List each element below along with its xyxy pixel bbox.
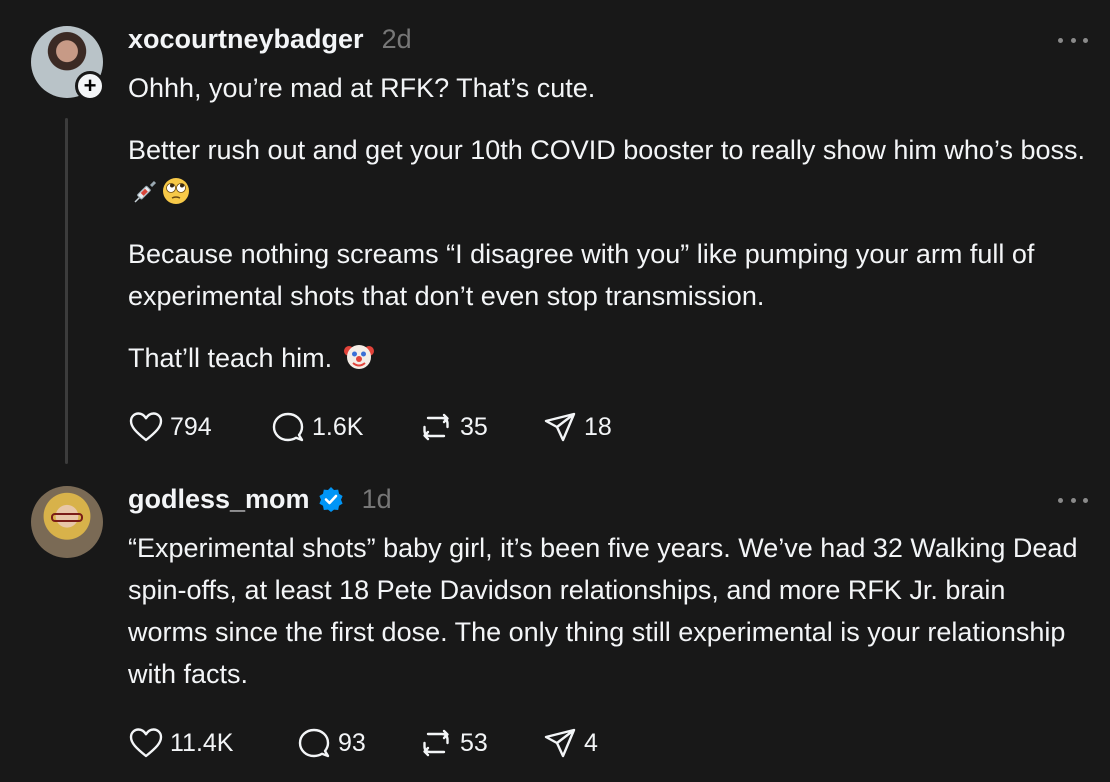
repost-button[interactable]: 53 [418,726,488,760]
username[interactable]: godless_mom [128,484,310,515]
post-paragraph: Because nothing screams “I disagree with… [128,239,1035,311]
eye-roll-face-icon [163,178,189,204]
post-paragraph: That’ll teach him. [128,343,333,373]
post-body: Ohhh, you’re mad at RFK? That’s cute. Be… [128,67,1088,399]
thread-post: godless_mom 1d “Experimental shots” baby… [0,470,1110,782]
repost-button[interactable]: 35 [418,410,488,444]
comment-icon [298,728,330,758]
comment-icon [272,412,304,442]
timestamp[interactable]: 2d [382,24,412,55]
post-body: “Experimental shots” baby girl, it’s bee… [128,527,1088,715]
like-button[interactable]: 794 [128,410,212,444]
thread-post: + xocourtneybadger 2d Ohhh, you’re mad a… [0,0,1110,470]
share-count: 18 [584,412,612,441]
reply-button[interactable]: 93 [296,726,366,760]
timestamp[interactable]: 1d [362,484,392,515]
send-icon [544,728,576,758]
verified-badge-icon [318,487,343,512]
follow-plus-icon[interactable]: + [75,71,105,101]
repost-count: 53 [460,728,488,757]
syringe-icon [134,180,157,203]
more-options-icon[interactable] [1058,30,1088,50]
thread-connector-line [65,118,68,464]
like-count: 794 [170,412,212,441]
share-button[interactable]: 18 [542,410,612,444]
repost-count: 35 [460,412,488,441]
heart-icon [129,728,163,758]
post-paragraph: Better rush out and get your 10th COVID … [128,135,1085,165]
post-paragraph: Ohhh, you’re mad at RFK? That’s cute. [128,73,596,103]
clown-face-icon [343,345,374,369]
share-button[interactable]: 4 [542,726,598,760]
avatar-glasses [51,513,83,522]
post-header: xocourtneybadger 2d [128,24,412,54]
repost-icon [423,729,449,757]
post-paragraph: “Experimental shots” baby girl, it’s bee… [128,533,1078,689]
repost-icon [423,413,449,441]
reply-button[interactable]: 1.6K [270,410,363,444]
username[interactable]: xocourtneybadger [128,24,364,55]
post-header: godless_mom 1d [128,484,392,514]
heart-icon [129,412,163,442]
reply-count: 1.6K [312,412,364,441]
share-count: 4 [584,728,598,757]
like-count: 11.4K [170,728,234,757]
avatar[interactable] [31,486,103,558]
reply-count: 93 [338,728,366,757]
send-icon [544,412,576,442]
more-options-icon[interactable] [1058,490,1088,510]
like-button[interactable]: 11.4K [128,726,233,760]
